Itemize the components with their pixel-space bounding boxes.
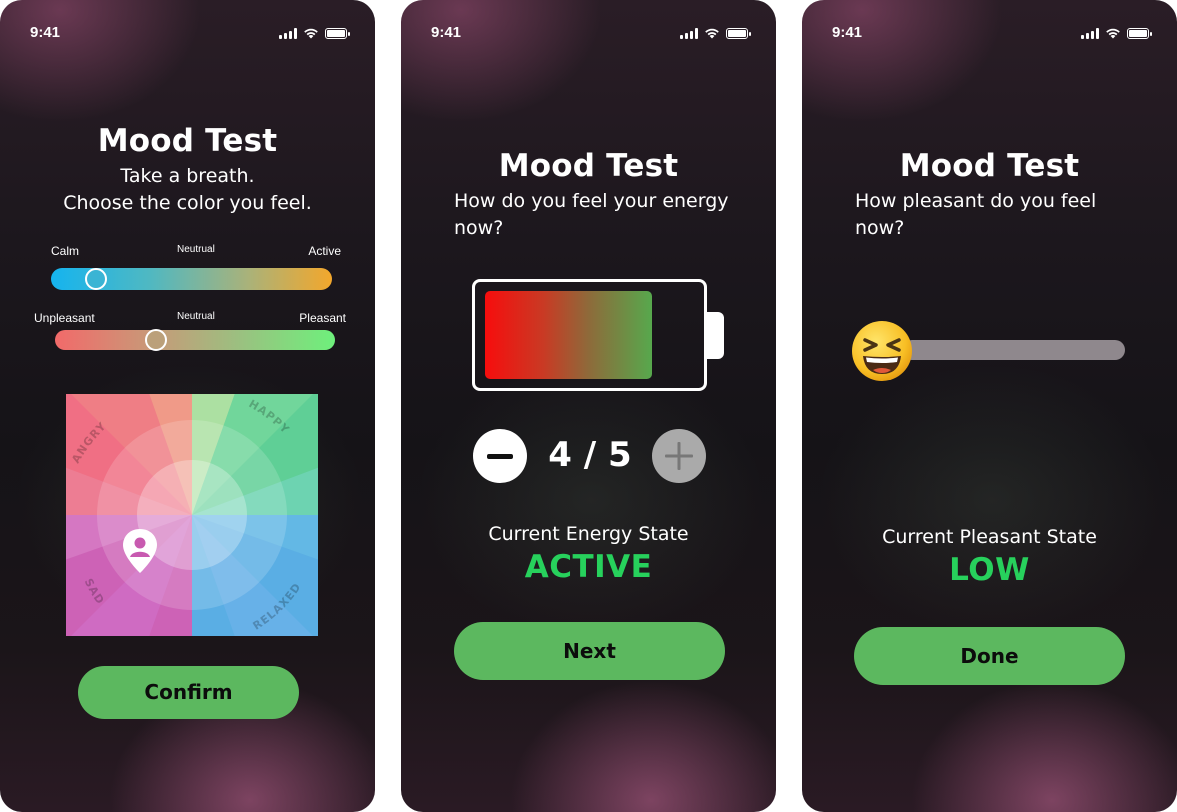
subtitle-line-2: Choose the color you feel. bbox=[63, 192, 312, 214]
status-bar: 9:41 bbox=[0, 24, 375, 44]
confirm-button[interactable]: Confirm bbox=[78, 666, 299, 719]
status-bar: 9:41 bbox=[401, 24, 776, 44]
cellular-signal-icon bbox=[1081, 27, 1099, 39]
status-icons bbox=[680, 27, 751, 39]
battery-icon bbox=[726, 27, 751, 39]
increase-button[interactable] bbox=[652, 429, 706, 483]
pleasant-slider-thumb[interactable] bbox=[145, 329, 167, 351]
page-title: Mood Test bbox=[97, 123, 278, 159]
battery-icon bbox=[325, 27, 350, 39]
energy-battery-fill bbox=[485, 291, 652, 379]
cellular-signal-icon bbox=[279, 27, 297, 39]
decrease-button[interactable] bbox=[473, 429, 527, 483]
mood-color-screen: 9:41 Mood Test Take a breath. Choose the… bbox=[0, 0, 375, 812]
wifi-icon bbox=[705, 28, 719, 39]
pleasant-slider[interactable] bbox=[902, 340, 1125, 360]
pleasant-slider-thumb[interactable] bbox=[851, 320, 913, 382]
status-icons bbox=[1081, 27, 1152, 39]
subtitle-line-1: How do you feel your energy bbox=[454, 190, 729, 212]
plus-icon bbox=[665, 442, 693, 470]
cellular-signal-icon bbox=[680, 27, 698, 39]
minus-icon bbox=[487, 454, 513, 459]
subtitle-line-2: now? bbox=[454, 217, 504, 239]
subtitle-line-1: Take a breath. bbox=[120, 165, 255, 187]
pleasant-state-label: Current Pleasant State bbox=[882, 526, 1097, 548]
pleasant-label-right: Pleasant bbox=[299, 311, 346, 325]
battery-icon bbox=[1127, 27, 1152, 39]
laughing-face-icon[interactable] bbox=[851, 320, 913, 382]
energy-slider[interactable] bbox=[51, 268, 332, 290]
energy-label-middle: Neutrual bbox=[177, 244, 215, 255]
pleasant-label-left: Unpleasant bbox=[34, 311, 95, 325]
page-title: Mood Test bbox=[899, 148, 1080, 184]
status-icons bbox=[279, 27, 350, 39]
energy-slider-thumb[interactable] bbox=[85, 268, 107, 290]
energy-label-right: Active bbox=[308, 244, 341, 258]
pleasant-slider-labels: Unpleasant Neutrual Pleasant bbox=[34, 311, 346, 327]
energy-battery-cap bbox=[707, 312, 724, 359]
status-time: 9:41 bbox=[832, 24, 863, 41]
pleasant-screen: 9:41 Mood Test How pleasant do you feel … bbox=[802, 0, 1177, 812]
energy-label-left: Calm bbox=[51, 244, 80, 258]
page-title: Mood Test bbox=[498, 148, 679, 184]
energy-state-value: ACTIVE bbox=[524, 549, 653, 585]
color-wheel-graphic: ANGRY HAPPY SAD RELAXED bbox=[66, 394, 318, 636]
energy-screen: 9:41 Mood Test How do you feel your ener… bbox=[401, 0, 776, 812]
wifi-icon bbox=[304, 28, 318, 39]
status-time: 9:41 bbox=[431, 24, 462, 41]
pleasant-state-value: LOW bbox=[949, 552, 1030, 588]
mood-color-wheel[interactable]: ANGRY HAPPY SAD RELAXED bbox=[66, 394, 318, 636]
next-button[interactable]: Next bbox=[454, 622, 725, 680]
status-bar: 9:41 bbox=[802, 24, 1177, 44]
wifi-icon bbox=[1106, 28, 1120, 39]
subtitle-line-2: now? bbox=[855, 217, 905, 239]
energy-battery-gauge bbox=[472, 279, 707, 391]
subtitle-line-1: How pleasant do you feel bbox=[855, 190, 1097, 212]
status-time: 9:41 bbox=[30, 24, 61, 41]
pleasant-slider[interactable] bbox=[55, 329, 335, 351]
energy-state-label: Current Energy State bbox=[488, 523, 689, 545]
energy-slider-labels: Calm Neutrual Active bbox=[50, 244, 341, 260]
done-button[interactable]: Done bbox=[854, 627, 1125, 685]
pleasant-label-middle: Neutrual bbox=[177, 311, 215, 322]
energy-counter: 4 / 5 bbox=[548, 435, 632, 475]
